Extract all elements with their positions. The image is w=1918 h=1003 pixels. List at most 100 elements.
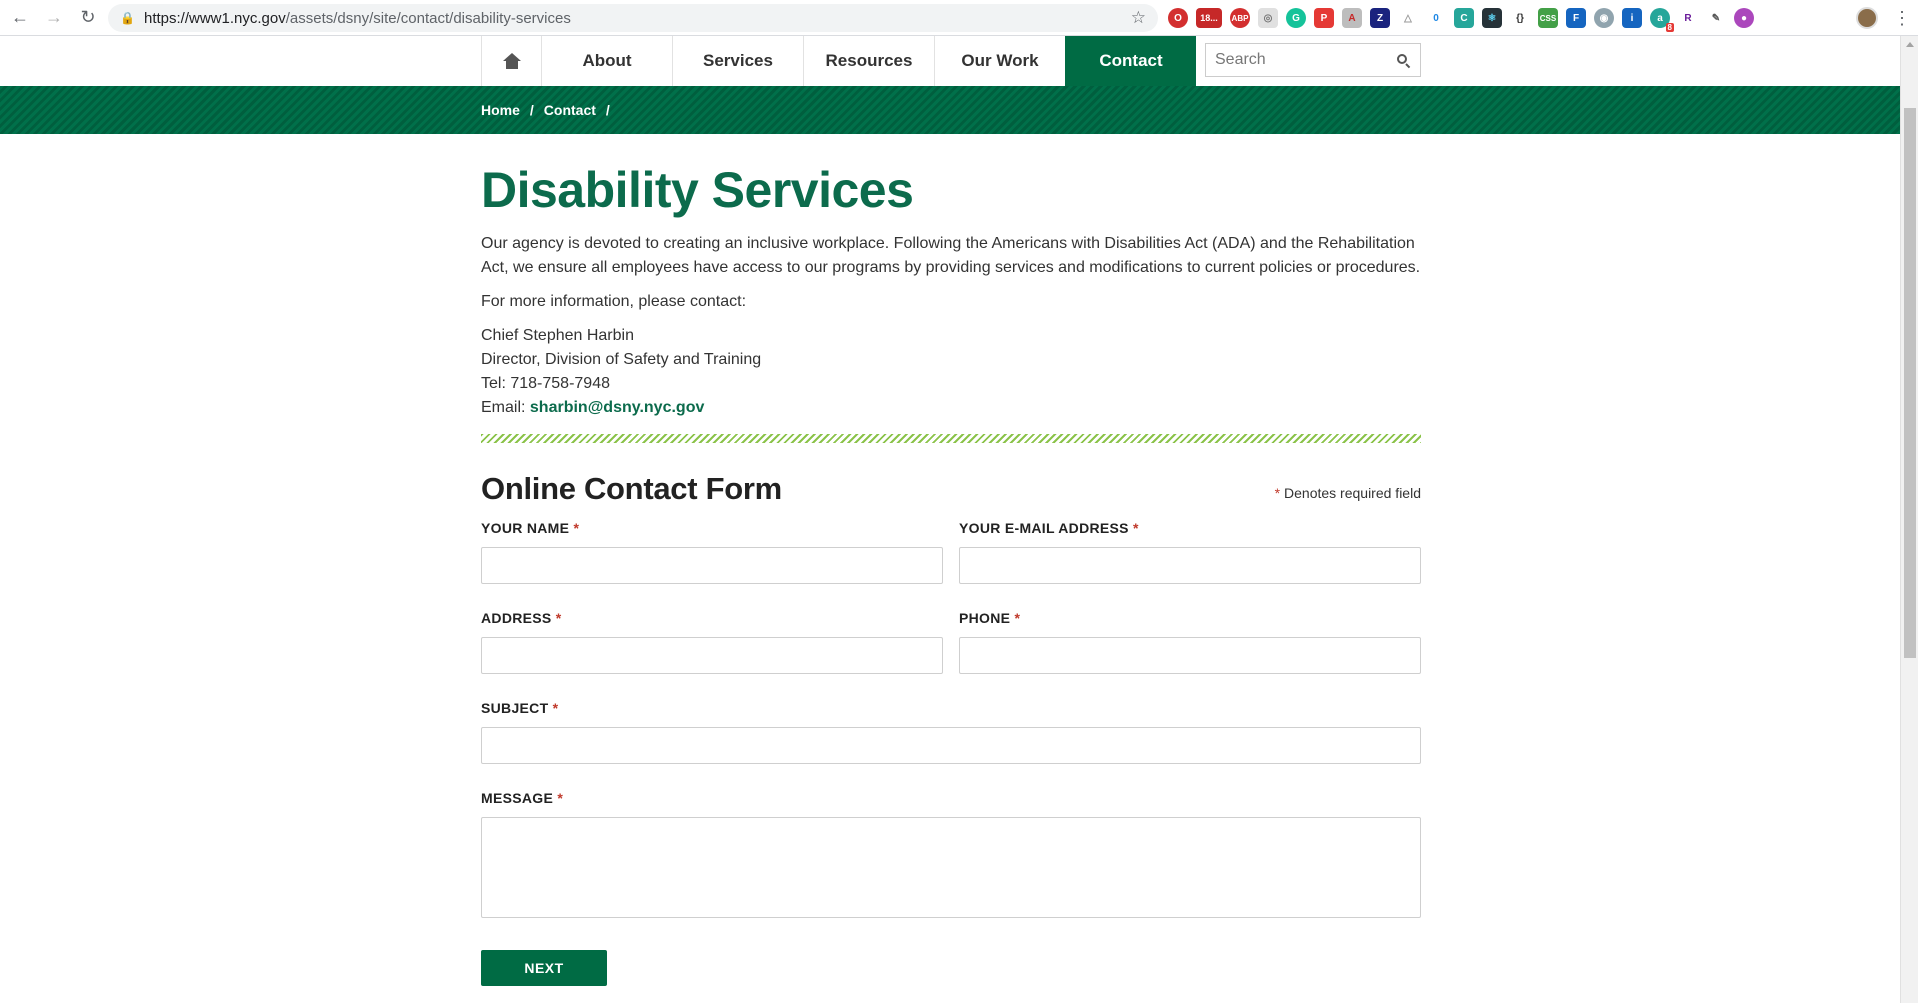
bookmark-star-icon[interactable]: ☆ <box>1131 8 1146 28</box>
site-search <box>1205 43 1421 77</box>
subject-label: SUBJECT * <box>481 700 1421 720</box>
address-input[interactable] <box>481 637 943 674</box>
required-note: * Denotes required field <box>1275 485 1421 501</box>
forward-icon[interactable]: → <box>40 4 68 32</box>
contact-role: Director, Division of Safety and Trainin… <box>481 351 762 368</box>
required-star: * <box>1133 520 1139 536</box>
extensions-tray: O 18... ABP ◎ G P A Z △ 0 C ⚛ {} CSS F ◉… <box>1168 6 1754 32</box>
browser-menu-icon[interactable]: ⋮ <box>1892 7 1912 29</box>
lock-icon: 🔒 <box>120 11 135 25</box>
contact-name: Chief Stephen Harbin <box>481 327 634 344</box>
pocket-extension-icon[interactable]: P <box>1314 8 1334 28</box>
nav-item-contact[interactable]: Contact <box>1065 36 1196 86</box>
nav-item-about[interactable]: About <box>541 36 672 86</box>
react-extension-icon[interactable]: ⚛ <box>1482 8 1502 28</box>
name-label-text: YOUR NAME <box>481 520 570 536</box>
css-extension-icon[interactable]: CSS <box>1538 8 1558 28</box>
phone-label-text: PHONE <box>959 610 1011 626</box>
flag-extension-icon[interactable]: F <box>1566 8 1586 28</box>
nav-home-button[interactable] <box>481 36 541 86</box>
page-title: Disability Services <box>481 162 914 218</box>
info-extension-icon[interactable]: i <box>1622 8 1642 28</box>
breadcrumb-home[interactable]: Home <box>481 102 520 118</box>
contact-info: Chief Stephen Harbin Director, Division … <box>481 324 1421 420</box>
email-link[interactable]: sharbin@dsny.nyc.gov <box>530 399 704 416</box>
name-label: YOUR NAME * <box>481 520 943 540</box>
next-button[interactable]: NEXT <box>481 950 607 986</box>
back-icon[interactable]: ← <box>6 4 34 32</box>
required-star: * <box>1274 485 1281 501</box>
gmail-extension-icon[interactable]: 18... <box>1196 8 1222 28</box>
shield-extension-icon[interactable]: ◎ <box>1258 8 1278 28</box>
required-note-text: Denotes required field <box>1284 485 1421 501</box>
email-field-label: YOUR E-MAIL ADDRESS * <box>959 520 1421 540</box>
adblock-extension-icon[interactable]: ABP <box>1230 8 1250 28</box>
search-icon[interactable] <box>1397 54 1411 69</box>
breadcrumb-separator: / <box>605 102 610 118</box>
nav-item-our-work[interactable]: Our Work <box>934 36 1065 86</box>
message-textarea[interactable] <box>481 817 1421 918</box>
phone-field: PHONE * <box>959 584 1421 674</box>
subject-field: SUBJECT * <box>481 700 1421 764</box>
nav-item-services[interactable]: Services <box>672 36 803 86</box>
intro-paragraph: Our agency is devoted to creating an inc… <box>481 235 1421 276</box>
required-star: * <box>552 700 559 716</box>
copy-extension-icon[interactable]: C <box>1454 8 1474 28</box>
required-star: * <box>1014 610 1021 626</box>
address-field: ADDRESS * <box>481 584 943 674</box>
required-star: * <box>573 520 580 536</box>
required-star: * <box>557 790 564 806</box>
scroll-up-arrow-icon[interactable] <box>1906 42 1914 47</box>
email-label-text: YOUR E-MAIL ADDRESS <box>959 520 1129 536</box>
address-label-text: ADDRESS <box>481 610 552 626</box>
search-input[interactable] <box>1206 44 1386 76</box>
profile-avatar[interactable] <box>1856 7 1878 29</box>
pdf-extension-icon[interactable]: A <box>1342 8 1362 28</box>
required-star: * <box>555 610 562 626</box>
grammarly-extension-icon[interactable]: G <box>1286 8 1306 28</box>
email-label: Email: <box>481 399 530 416</box>
form-row-name-email: YOUR NAME * YOUR E-MAIL ADDRESS * <box>481 509 1421 584</box>
address-bar[interactable]: 🔒 https://www1.nyc.gov/assets/dsny/site/… <box>108 4 1158 32</box>
site-navigation: About Services Resources Our Work Contac… <box>0 36 1900 86</box>
breadcrumb-separator: / <box>529 102 534 118</box>
color-extension-icon[interactable]: ● <box>1734 8 1754 28</box>
zero-extension-icon[interactable]: 0 <box>1426 8 1446 28</box>
address-label: ADDRESS * <box>481 610 943 630</box>
more-info-text: For more information, please contact: <box>481 293 747 310</box>
name-field: YOUR NAME * <box>481 509 943 584</box>
circle-extension-icon[interactable]: ◉ <box>1594 8 1614 28</box>
phone-label: PHONE * <box>959 610 1421 630</box>
scrollbar-thumb[interactable] <box>1904 108 1916 658</box>
phone-input[interactable] <box>959 637 1421 674</box>
subject-input[interactable] <box>481 727 1421 764</box>
reload-icon[interactable]: ↻ <box>74 4 102 32</box>
message-label-text: MESSAGE <box>481 790 554 806</box>
subject-label-text: SUBJECT <box>481 700 549 716</box>
email-field: YOUR E-MAIL ADDRESS * <box>959 509 1421 584</box>
badge-extension-icon[interactable]: a8 <box>1650 8 1674 32</box>
form-row-address-phone: ADDRESS * PHONE * <box>481 584 1421 674</box>
opera-extension-icon[interactable]: O <box>1168 8 1188 28</box>
form-header: Online Contact Form * Denotes required f… <box>481 471 1421 509</box>
nav-item-resources[interactable]: Resources <box>803 36 934 86</box>
breadcrumb-contact[interactable]: Contact <box>544 102 596 118</box>
zotero-extension-icon[interactable]: Z <box>1370 8 1390 28</box>
json-extension-icon[interactable]: {} <box>1510 8 1530 28</box>
name-input[interactable] <box>481 547 943 584</box>
triangle-extension-icon[interactable]: △ <box>1398 8 1418 28</box>
browser-toolbar: ← → ↻ 🔒 https://www1.nyc.gov/assets/dsny… <box>0 0 1918 36</box>
page-scrollbar[interactable] <box>1900 36 1918 1003</box>
main-content: Disability Services Our agency is devote… <box>481 134 1421 986</box>
url-path: /assets/dsny/site/contact/disability-ser… <box>285 9 571 27</box>
message-field: MESSAGE * <box>481 790 1421 923</box>
home-icon <box>502 53 521 69</box>
hatched-divider <box>481 434 1421 443</box>
eyedropper-extension-icon[interactable]: ✎ <box>1706 8 1726 28</box>
nav-menu: About Services Resources Our Work Contac… <box>481 36 1196 86</box>
email-input[interactable] <box>959 547 1421 584</box>
r-extension-icon[interactable]: R <box>1678 8 1698 28</box>
contact-email-row: Email: sharbin@dsny.nyc.gov <box>481 396 1421 420</box>
message-label: MESSAGE * <box>481 790 1421 810</box>
breadcrumb: Home / Contact / <box>481 102 610 118</box>
